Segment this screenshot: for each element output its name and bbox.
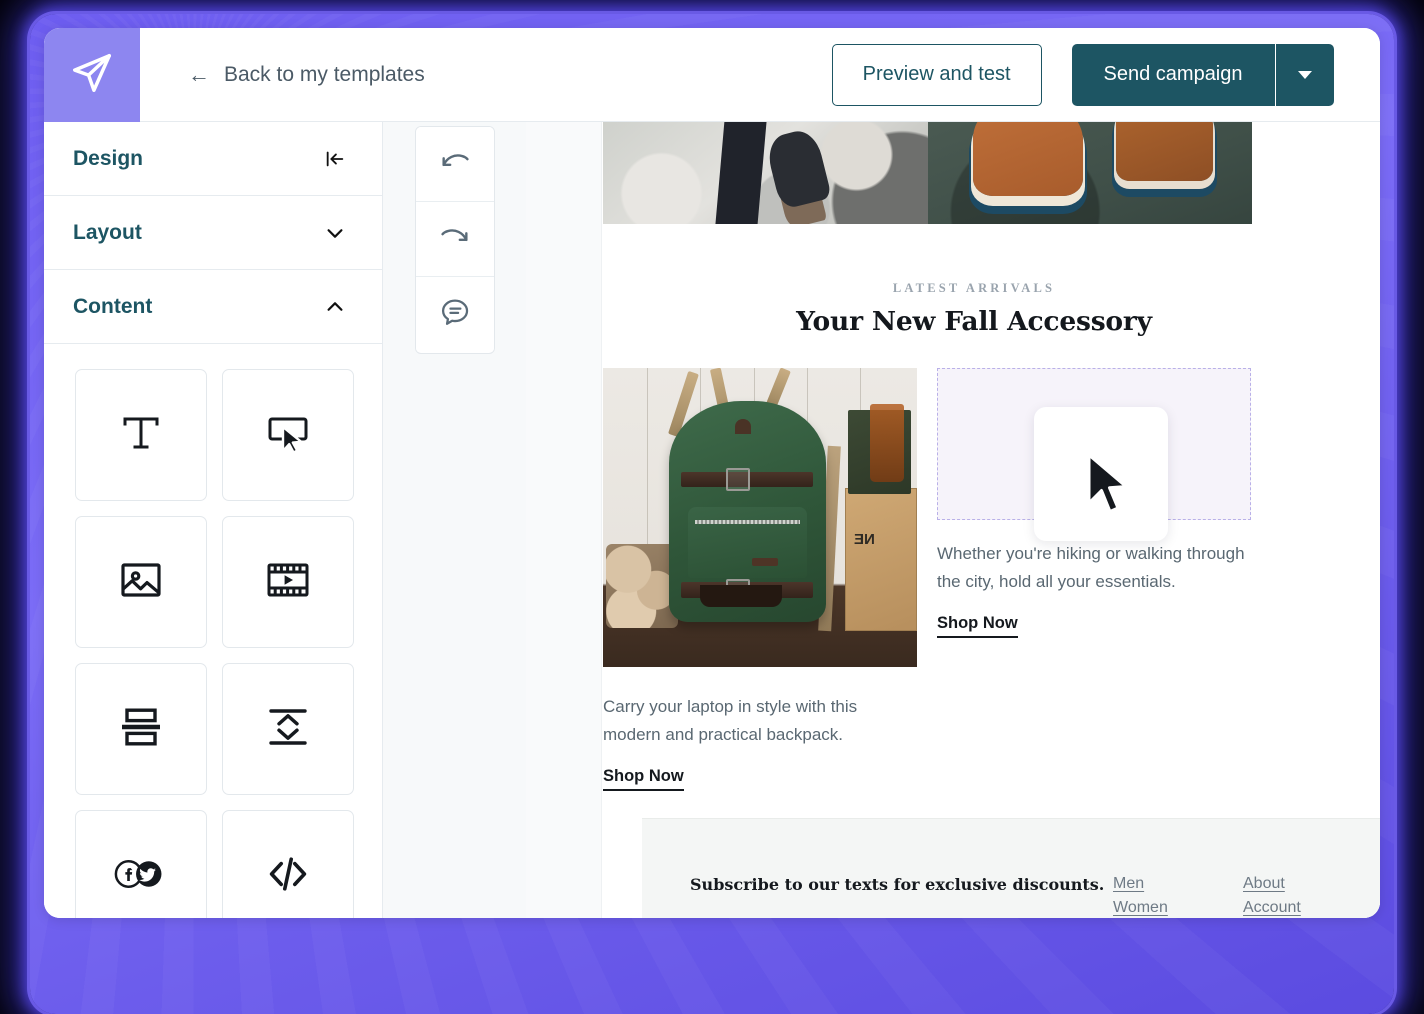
split-rows-icon xyxy=(117,703,165,756)
email-preview: LATEST ARRIVALS Your New Fall Accessory xyxy=(602,122,1380,918)
collapse-panel-icon[interactable] xyxy=(324,148,346,170)
panel-title-content: Content xyxy=(73,294,153,318)
dragging-image-block-card[interactable] xyxy=(1034,407,1168,541)
film-play-icon xyxy=(264,556,312,609)
sidebar-panel-layout[interactable]: Layout xyxy=(44,196,382,270)
eyebrow-text: LATEST ARRIVALS xyxy=(892,281,1056,295)
tool-button-stack xyxy=(414,126,495,354)
content-blocks-grid xyxy=(44,344,382,918)
top-bar: ← Back to my templates Preview and test … xyxy=(44,28,1380,122)
editor-workspace: Design Layout Content LATEST ARRIVALS Yo… xyxy=(44,122,1380,918)
redo-button[interactable] xyxy=(415,202,494,277)
image-drop-placeholder[interactable] xyxy=(937,368,1251,541)
headline-text: Your New Fall Accessory xyxy=(796,306,1152,337)
button-cursor-icon xyxy=(264,409,312,462)
send-campaign-group: Send campaign xyxy=(1071,43,1334,106)
sidebar-panel-content[interactable]: Content xyxy=(44,270,382,344)
crate-text: NE xyxy=(854,531,876,549)
email-editor-window: ← Back to my templates Preview and test … xyxy=(44,28,1380,918)
content-block-divider[interactable] xyxy=(75,663,207,795)
footer-link-account[interactable]: Account xyxy=(1243,899,1301,917)
code-brackets-icon xyxy=(264,850,312,903)
top-bar-actions: Preview and test Send campaign xyxy=(831,28,1380,121)
social-facebook-twitter-icon xyxy=(110,855,172,898)
panel-title-design: Design xyxy=(73,146,144,170)
back-to-templates-link[interactable]: ← Back to my templates xyxy=(140,28,832,121)
footer-link-men[interactable]: Men xyxy=(1113,875,1243,893)
comment-bubble-icon xyxy=(438,295,472,334)
undo-arrow-icon xyxy=(438,145,472,184)
product-column-left: NE Carry your laptop in style with this … xyxy=(603,368,917,791)
editor-tool-rail xyxy=(383,122,526,918)
content-block-html[interactable] xyxy=(222,810,354,918)
hero-image-left[interactable] xyxy=(603,122,928,224)
comment-button[interactable] xyxy=(415,277,494,352)
text-t-icon xyxy=(117,409,165,462)
editor-sidebar: Design Layout Content xyxy=(44,122,383,918)
back-to-templates-label: Back to my templates xyxy=(224,62,425,86)
left-column-body: Carry your laptop in style with this mod… xyxy=(603,697,858,744)
chevron-up-icon[interactable] xyxy=(324,296,346,318)
mouse-pointer-icon xyxy=(1086,453,1128,515)
footer-link-about[interactable]: About xyxy=(1243,875,1301,893)
content-block-button[interactable] xyxy=(222,369,354,501)
canvas-left-gutter xyxy=(526,122,602,918)
chevron-down-icon xyxy=(1298,70,1312,79)
send-campaign-dropdown-button[interactable] xyxy=(1276,43,1334,106)
footer-link-women[interactable]: Women xyxy=(1113,899,1243,917)
footer-link-column-2: About Account xyxy=(1243,875,1301,917)
preview-and-test-button[interactable]: Preview and test xyxy=(831,43,1042,106)
picture-icon xyxy=(117,556,165,609)
redo-arrow-icon xyxy=(438,220,472,259)
chevron-down-icon[interactable] xyxy=(324,222,346,244)
footer-link-column-1: Men Women xyxy=(1113,875,1243,917)
arrow-left-icon: ← xyxy=(188,61,210,87)
product-columns: NE Carry your laptop in style with this … xyxy=(602,368,1346,791)
footer-headline: Subscribe to our texts for exclusive dis… xyxy=(690,875,1105,894)
email-canvas[interactable]: LATEST ARRIVALS Your New Fall Accessory xyxy=(526,122,1380,918)
paper-plane-icon xyxy=(69,50,115,101)
hero-image-row[interactable] xyxy=(603,122,1252,224)
product-column-right: Whether you're hiking or walking through… xyxy=(937,368,1251,791)
content-block-spacer[interactable] xyxy=(222,663,354,795)
spacer-arrows-icon xyxy=(264,703,312,756)
right-column-shop-now-link[interactable]: Shop Now xyxy=(937,614,1018,638)
section-heading[interactable]: LATEST ARRIVALS Your New Fall Accessory xyxy=(602,224,1346,337)
content-block-social[interactable] xyxy=(75,810,207,918)
email-footer[interactable]: Subscribe to our texts for exclusive dis… xyxy=(642,818,1380,918)
panel-title-layout: Layout xyxy=(73,220,142,244)
hero-image-right[interactable] xyxy=(927,122,1252,224)
right-column-body: Whether you're hiking or walking through… xyxy=(937,544,1245,591)
content-block-image[interactable] xyxy=(75,516,207,648)
brand-logo-tile[interactable] xyxy=(44,28,140,122)
backpack-image[interactable]: NE xyxy=(603,368,917,667)
sidebar-panel-design[interactable]: Design xyxy=(44,122,382,196)
undo-button[interactable] xyxy=(415,127,494,202)
left-column-shop-now-link[interactable]: Shop Now xyxy=(603,767,684,791)
content-block-text[interactable] xyxy=(75,369,207,501)
content-block-video[interactable] xyxy=(222,516,354,648)
send-campaign-button[interactable]: Send campaign xyxy=(1071,43,1275,106)
